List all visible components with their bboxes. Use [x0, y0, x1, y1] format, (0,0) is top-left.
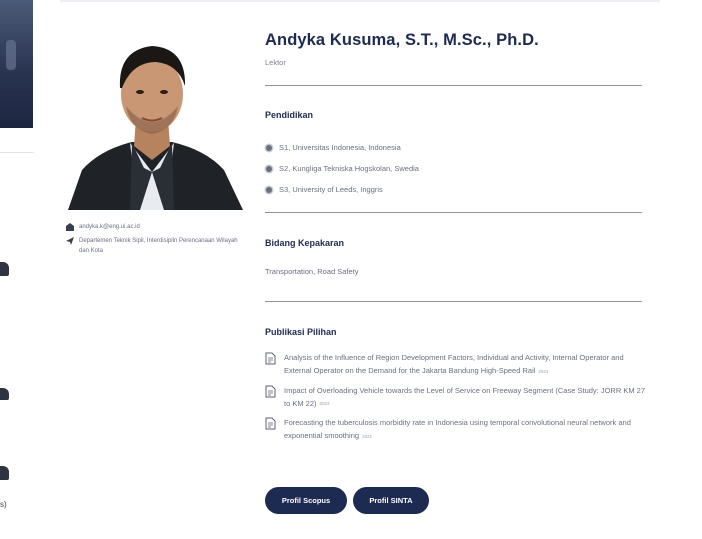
cropped-icon [0, 466, 9, 480]
location-pin-icon [66, 237, 74, 245]
section-divider [265, 85, 642, 86]
education-item: S1, Universitas Indonesia, Indonesia [266, 137, 646, 158]
cropped-icon [0, 262, 9, 276]
bullet-dot-icon [266, 144, 272, 151]
publication-title[interactable]: Analysis of the Influence of Region Deve… [284, 353, 624, 375]
profile-buttons: Profil Scopus Profil SINTA [265, 487, 429, 514]
publication-item[interactable]: Impact of Overloading Vehicle towards th… [265, 384, 645, 411]
publication-item[interactable]: Analysis of the Influence of Region Deve… [265, 351, 645, 378]
publication-year: 2021 [362, 433, 373, 439]
section-divider [265, 301, 642, 302]
publication-item[interactable]: Forecasting the tuberculosis morbidity r… [265, 416, 645, 443]
cropped-text: s) [0, 500, 7, 509]
envelope-icon [66, 223, 74, 231]
divider [0, 152, 34, 153]
cropped-profile-photo [0, 0, 33, 128]
publication-title[interactable]: Forecasting the tuberculosis morbidity r… [284, 418, 631, 440]
contact-info: andyka.k@eng.ui.ac.id Departemen Teknik … [66, 222, 246, 260]
scopus-profile-button[interactable]: Profil Scopus [265, 487, 347, 514]
education-item-text: S1, Universitas Indonesia, Indonesia [279, 143, 401, 152]
document-icon [265, 417, 276, 430]
department-text: Departemen Teknik Sipil, Interdisiplin P… [79, 238, 238, 254]
bullet-dot-icon [266, 165, 272, 172]
profile-name: Andyka Kusuma, S.T., M.Sc., Ph.D. [265, 31, 539, 49]
education-item-text: S2, Kungliga Tekniska Hogskolan, Swedia [279, 164, 419, 173]
top-divider [60, 0, 660, 2]
bullet-dot-icon [266, 186, 272, 193]
education-list: S1, Universitas Indonesia, Indonesia S2,… [266, 137, 646, 200]
email-row: andyka.k@eng.ui.ac.id [66, 222, 246, 232]
expertise-title: Bidang Kepakaran [265, 238, 345, 248]
profile-position: Lektor [265, 58, 286, 67]
publication-year: 2023 [319, 401, 330, 407]
publication-year: 2023 [538, 368, 549, 374]
profile-photo [60, 22, 243, 210]
left-column-cropped: s) [0, 0, 36, 539]
sinta-profile-button[interactable]: Profil SINTA [353, 487, 429, 514]
document-icon [265, 385, 276, 398]
cropped-icon [0, 388, 9, 400]
publication-list: Analysis of the Influence of Region Deve… [265, 351, 645, 449]
publication-title[interactable]: Impact of Overloading Vehicle towards th… [284, 386, 645, 408]
education-title: Pendidikan [265, 110, 314, 120]
education-item: S3, University of Leeds, Inggris [266, 179, 646, 200]
section-divider [265, 212, 642, 213]
email-text[interactable]: andyka.k@eng.ui.ac.id [79, 222, 140, 232]
expertise-text: Transportation, Road Safety [265, 267, 359, 276]
publications-title: Publikasi Pilihan [265, 327, 337, 337]
document-icon [265, 352, 276, 365]
education-item: S2, Kungliga Tekniska Hogskolan, Swedia [266, 158, 646, 179]
department-row: Departemen Teknik Sipil, Interdisiplin P… [66, 236, 246, 256]
education-item-text: S3, University of Leeds, Inggris [279, 185, 383, 194]
